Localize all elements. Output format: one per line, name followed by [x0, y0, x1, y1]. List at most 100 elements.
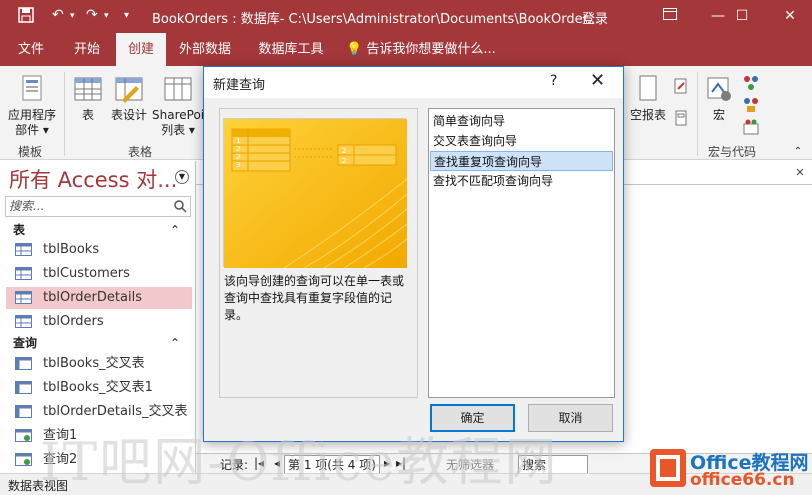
- wizard-option-find-unmatched[interactable]: 查找不匹配项查询向导: [430, 171, 613, 191]
- dialog-close-button[interactable]: ✕: [590, 70, 605, 91]
- close-button[interactable]: ✕: [770, 4, 810, 28]
- report-wizard-icon[interactable]: [672, 78, 690, 98]
- nav-search-input[interactable]: 搜索...: [5, 196, 191, 217]
- customize-icon[interactable]: ▾: [124, 10, 129, 21]
- table-button[interactable]: 表: [70, 74, 106, 123]
- macro-icon: [704, 74, 734, 104]
- svg-text:2: 2: [342, 147, 346, 155]
- sharepoint-list-label: SharePoi 列表 ▾: [152, 108, 205, 137]
- nav-title: 所有 Access 对...: [9, 168, 178, 192]
- redo-icon[interactable]: ↷: [86, 7, 98, 23]
- nav-item-query[interactable]: tblBooks_交叉表1: [6, 377, 192, 399]
- nav-item-label: 查询2: [43, 452, 78, 467]
- nav-section-label: 表: [13, 223, 26, 237]
- tab-home[interactable]: 开始: [62, 33, 112, 66]
- wizard-option-crosstab[interactable]: 交叉表查询向导: [430, 131, 613, 151]
- blank-report-button[interactable]: 空报表: [627, 74, 669, 123]
- last-record-icon[interactable]: ▸|: [396, 456, 406, 470]
- nav-item-label: tblOrderDetails: [43, 290, 142, 305]
- blank-report-icon: [633, 74, 663, 104]
- nav-item-table[interactable]: tblBooks: [6, 239, 192, 261]
- new-query-dialog: 新建查询 ? ✕ 1 2 2 3 2 2 该向导创建的查询可以在单一表或查询中查…: [203, 66, 624, 442]
- nav-header[interactable]: 所有 Access 对... ▼: [0, 161, 196, 195]
- nav-item-label: 查询1: [43, 428, 78, 443]
- select-query-icon: [15, 453, 33, 467]
- ok-button[interactable]: 确定: [430, 404, 515, 432]
- tab-create[interactable]: 创建: [116, 33, 166, 66]
- site-logo: Office教程网 office66.cn: [650, 447, 809, 491]
- chevron-down-icon[interactable]: ▼: [175, 170, 189, 184]
- class-module-icon[interactable]: [742, 96, 760, 118]
- wizard-list[interactable]: 简单查询向导 交叉表查询向导 查找重复项查询向导 查找不匹配项查询向导: [428, 108, 615, 398]
- app-parts-icon: [17, 74, 47, 104]
- svg-text:2: 2: [236, 153, 240, 161]
- first-record-icon[interactable]: |◂: [254, 456, 264, 470]
- module-icon[interactable]: [742, 74, 760, 96]
- visual-basic-icon[interactable]: [742, 118, 760, 140]
- record-search-input[interactable]: 搜索: [518, 455, 588, 474]
- tab-database-tools[interactable]: 数据库工具: [250, 33, 332, 66]
- maximize-button[interactable]: ☐: [722, 4, 762, 28]
- wizard-preview-image: 1 2 2 3 2 2: [223, 118, 408, 269]
- nav-item-table[interactable]: tblOrders: [6, 311, 192, 333]
- wizard-option-simple[interactable]: 简单查询向导: [430, 111, 613, 131]
- sharepoint-list-button[interactable]: SharePoi 列表 ▾: [152, 74, 204, 138]
- next-record-icon[interactable]: ▸: [384, 456, 390, 470]
- save-icon[interactable]: [18, 7, 34, 27]
- table-icon: [15, 267, 33, 281]
- crosstab-query-icon: [15, 381, 33, 395]
- dialog-title-bar: 新建查询 ? ✕: [204, 67, 623, 98]
- dialog-help-button[interactable]: ?: [550, 73, 557, 89]
- wizard-preview-panel: 1 2 2 3 2 2 该向导创建的查询可以在单一表或查询中查找具有重复字段值的…: [219, 108, 418, 398]
- record-position-field[interactable]: 第 1 项(共 4 项): [284, 455, 380, 474]
- chevron-up-icon[interactable]: ⌃: [170, 333, 180, 353]
- cancel-button[interactable]: 取消: [528, 404, 613, 432]
- nav-item-table[interactable]: tblCustomers: [6, 263, 192, 285]
- nav-item-query[interactable]: 查询2: [6, 449, 192, 471]
- chevron-up-icon[interactable]: ⌃: [170, 220, 180, 240]
- redo-dropdown-icon[interactable]: ▾: [104, 11, 109, 21]
- table-icon: [15, 291, 33, 305]
- nav-item-query[interactable]: tblOrderDetails_交叉表: [6, 401, 192, 423]
- macro-label: 宏: [712, 108, 725, 122]
- collapse-ribbon-icon[interactable]: ⌃: [790, 144, 806, 159]
- group-label-templates: 模板: [18, 145, 43, 159]
- wizard-description: 该向导创建的查询可以在单一表或查询中查找具有重复字段值的记录。: [224, 274, 405, 322]
- previous-record-icon[interactable]: ◂: [274, 456, 280, 470]
- undo-icon[interactable]: ↶: [52, 7, 64, 23]
- nav-item-query[interactable]: 查询1: [6, 425, 192, 447]
- login-link[interactable]: 登录: [582, 8, 608, 27]
- filter-indicator[interactable]: 无筛选器: [446, 456, 494, 473]
- nav-section-tables[interactable]: 表 ⌃: [0, 220, 190, 240]
- navigation-pane: 所有 Access 对... ▼ 搜索... 表 ⌃ tblBooks tblC…: [0, 161, 196, 473]
- status-text: 数据表视图: [8, 479, 69, 493]
- nav-search-placeholder: 搜索...: [9, 199, 45, 213]
- svg-text:2: 2: [342, 157, 346, 165]
- tab-external-data[interactable]: 外部数据: [170, 33, 240, 66]
- nav-item-label: tblBooks_交叉表: [43, 356, 145, 371]
- tell-me-box[interactable]: 💡 告诉我你想要做什么...: [346, 33, 496, 66]
- macro-button[interactable]: 宏: [703, 74, 735, 123]
- undo-dropdown-icon[interactable]: ▾: [70, 11, 75, 21]
- nav-item-table-selected[interactable]: tblOrderDetails: [6, 287, 192, 309]
- window-title: BookOrders : 数据库- C:\Users\Administrator…: [152, 12, 600, 27]
- close-icon[interactable]: ✕: [792, 165, 808, 181]
- tab-file[interactable]: 文件: [6, 33, 56, 66]
- ribbon-display-icon[interactable]: [650, 4, 690, 28]
- lightbulb-icon: 💡: [346, 42, 363, 57]
- office-logo-icon: [650, 449, 686, 487]
- sharepoint-list-icon: [163, 74, 193, 104]
- nav-section-queries[interactable]: 查询 ⌃: [0, 333, 190, 353]
- app-parts-label: 应用程序 部件 ▾: [7, 108, 56, 137]
- labels-icon[interactable]: [672, 110, 690, 130]
- app-parts-button[interactable]: 应用程序 部件 ▾: [4, 74, 60, 138]
- nav-item-label: tblCustomers: [43, 266, 130, 281]
- search-icon[interactable]: [173, 199, 187, 213]
- dialog-title: 新建查询: [213, 78, 266, 93]
- ribbon-separator: [64, 72, 65, 156]
- table-design-button[interactable]: 表设计: [108, 74, 150, 123]
- nav-item-query[interactable]: tblBooks_交叉表: [6, 353, 192, 375]
- table-icon: [15, 315, 33, 329]
- logo-line2: office66.cn: [690, 470, 795, 490]
- wizard-option-find-duplicates[interactable]: 查找重复项查询向导: [430, 151, 613, 171]
